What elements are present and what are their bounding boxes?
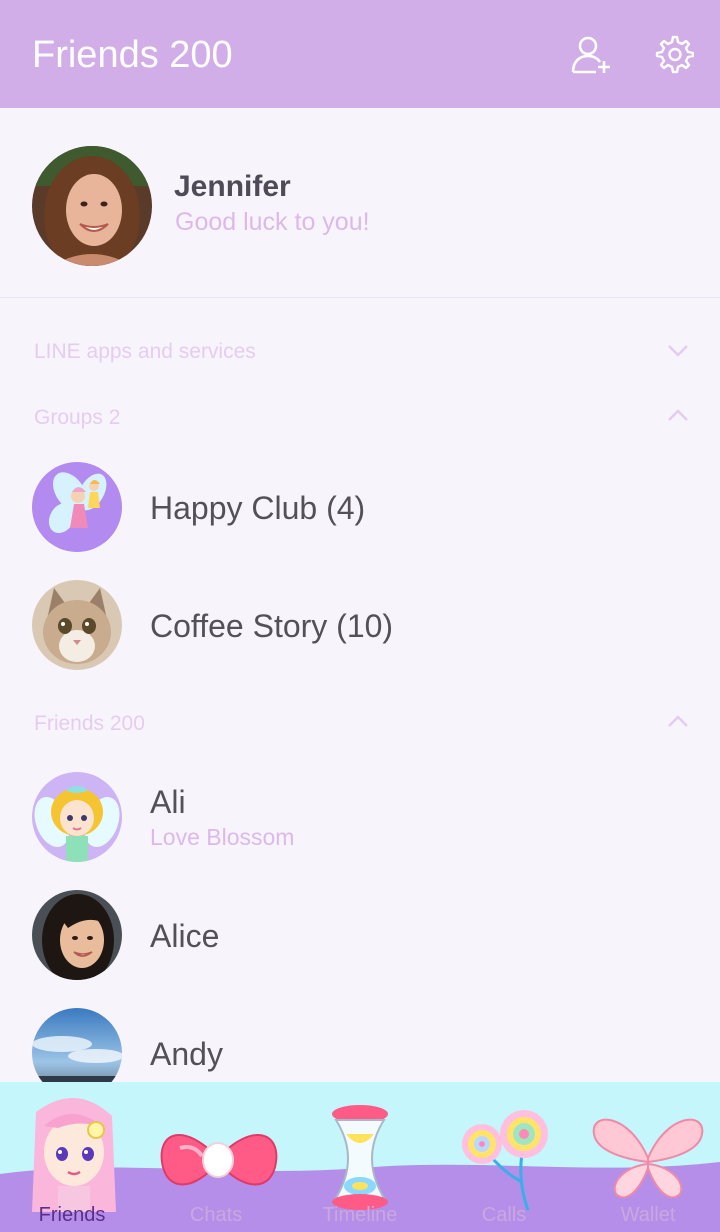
tab-label: Timeline [322,1204,398,1226]
top-bar: Friends 200 [0,0,720,108]
chevron-up-icon [668,409,688,421]
bottom-tab-bar: Friends Chats Timeline Calls Wallet [0,1082,720,1232]
group-name: Coffee Story (10) [150,608,394,644]
section-line-apps[interactable]: LINE apps and services [0,328,720,378]
group-avatar [32,462,122,552]
my-avatar[interactable] [32,146,152,266]
section-label: Friends 200 [34,712,145,735]
hourglass-icon [332,1105,388,1210]
tab-wallet[interactable]: Wallet [576,1082,720,1232]
group-name: Happy Club (4) [150,490,366,526]
friend-status-message: Love Blossom [150,824,295,850]
group-row[interactable]: Coffee Story (10) [0,570,720,680]
group-avatar [32,580,122,670]
page-title: Friends 200 [32,34,233,76]
my-profile[interactable]: Jennifer Good luck to you! [0,108,720,298]
friend-avatar [32,772,122,862]
add-friend-icon [571,36,610,74]
chevron-down-icon [668,345,688,357]
gear-icon [655,35,694,74]
add-friend-button[interactable] [566,30,614,78]
tab-label: Calls [481,1204,527,1226]
butterfly-wings-icon [592,1118,704,1199]
fairy-girl-icon [32,1097,116,1212]
tab-chats[interactable]: Chats [144,1082,288,1232]
friend-avatar [32,890,122,980]
my-status-message: Good luck to you! [175,208,370,236]
tab-friends[interactable]: Friends [0,1082,144,1232]
tab-label: Wallet [620,1204,676,1226]
section-groups[interactable]: Groups 2 [0,394,720,444]
friend-row[interactable]: Ali Love Blossom [0,762,720,872]
friend-name: Ali [150,784,186,820]
ribbon-bow-icon [160,1133,278,1186]
chevron-up-icon [668,715,688,727]
friend-row[interactable]: Alice [0,880,720,990]
section-friends[interactable]: Friends 200 [0,700,720,750]
friend-name: Andy [150,1036,223,1072]
swirl-flowers-icon [462,1110,548,1211]
section-label: Groups 2 [34,406,121,429]
tab-label: Chats [189,1204,243,1226]
my-name: Jennifer [174,170,291,203]
tab-timeline[interactable]: Timeline [288,1082,432,1232]
tab-label: Friends [38,1204,106,1226]
settings-button[interactable] [650,30,698,78]
tab-calls[interactable]: Calls [432,1082,576,1232]
group-row[interactable]: Happy Club (4) [0,452,720,562]
friend-name: Alice [150,918,220,954]
section-label: LINE apps and services [34,340,256,363]
